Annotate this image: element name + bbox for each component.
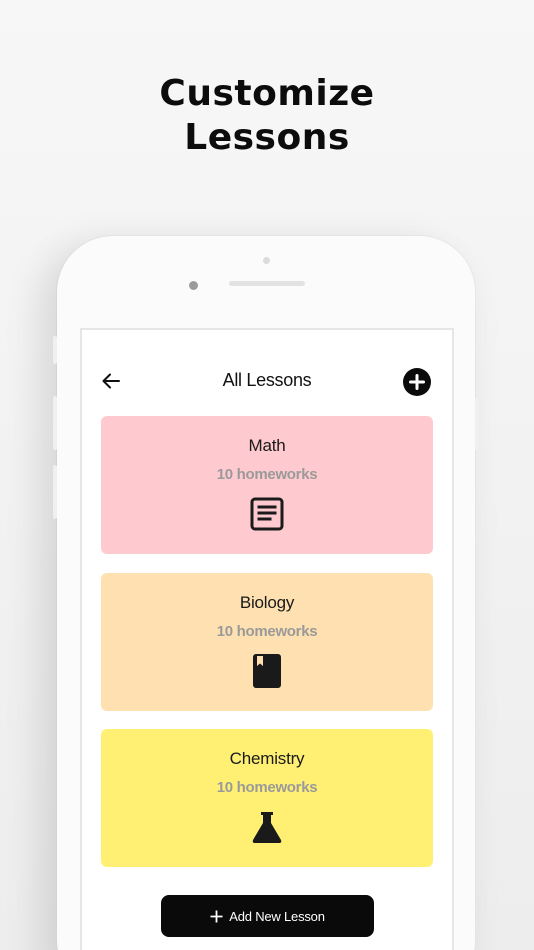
lesson-homework-count: 10 homeworks xyxy=(216,466,318,483)
lesson-name: Biology xyxy=(239,593,295,612)
lesson-card-math[interactable]: Math 10 homeworks xyxy=(101,416,433,554)
flask-icon xyxy=(252,812,282,843)
phone-speaker xyxy=(229,281,305,286)
lesson-homework-count: 10 homeworks xyxy=(216,779,318,796)
lesson-name: Chemistry xyxy=(229,749,305,768)
phone-side-button-power xyxy=(475,398,479,450)
bookmark-book-icon xyxy=(253,654,281,688)
document-lines-icon xyxy=(250,497,284,531)
phone-camera xyxy=(189,281,198,290)
headline: Customize Lessons xyxy=(0,72,534,160)
lesson-card-chemistry[interactable]: Chemistry 10 homeworks xyxy=(101,729,433,867)
lesson-card-biology[interactable]: Biology 10 homeworks xyxy=(101,573,433,711)
phone-side-button-volume-up xyxy=(53,396,57,450)
phone-side-button-mute xyxy=(53,336,57,364)
add-lesson-icon-button[interactable] xyxy=(403,368,431,396)
add-new-lesson-label: Add New Lesson xyxy=(229,908,325,924)
phone-side-button-volume-down xyxy=(53,465,57,519)
headline-line-2: Lessons xyxy=(184,117,350,158)
headline-line-1: Customize xyxy=(159,73,375,114)
plus-circle-icon xyxy=(409,374,425,390)
page-title: All Lessons xyxy=(222,370,312,390)
top-bar: All Lessons xyxy=(82,364,452,400)
plus-icon xyxy=(210,910,223,922)
add-new-lesson-button[interactable]: Add New Lesson xyxy=(161,895,374,937)
lesson-name: Math xyxy=(248,436,286,455)
app-screen: All Lessons Math 10 homeworks Biology 10… xyxy=(80,328,454,950)
phone-sensor xyxy=(263,257,270,264)
lesson-homework-count: 10 homeworks xyxy=(216,623,318,640)
